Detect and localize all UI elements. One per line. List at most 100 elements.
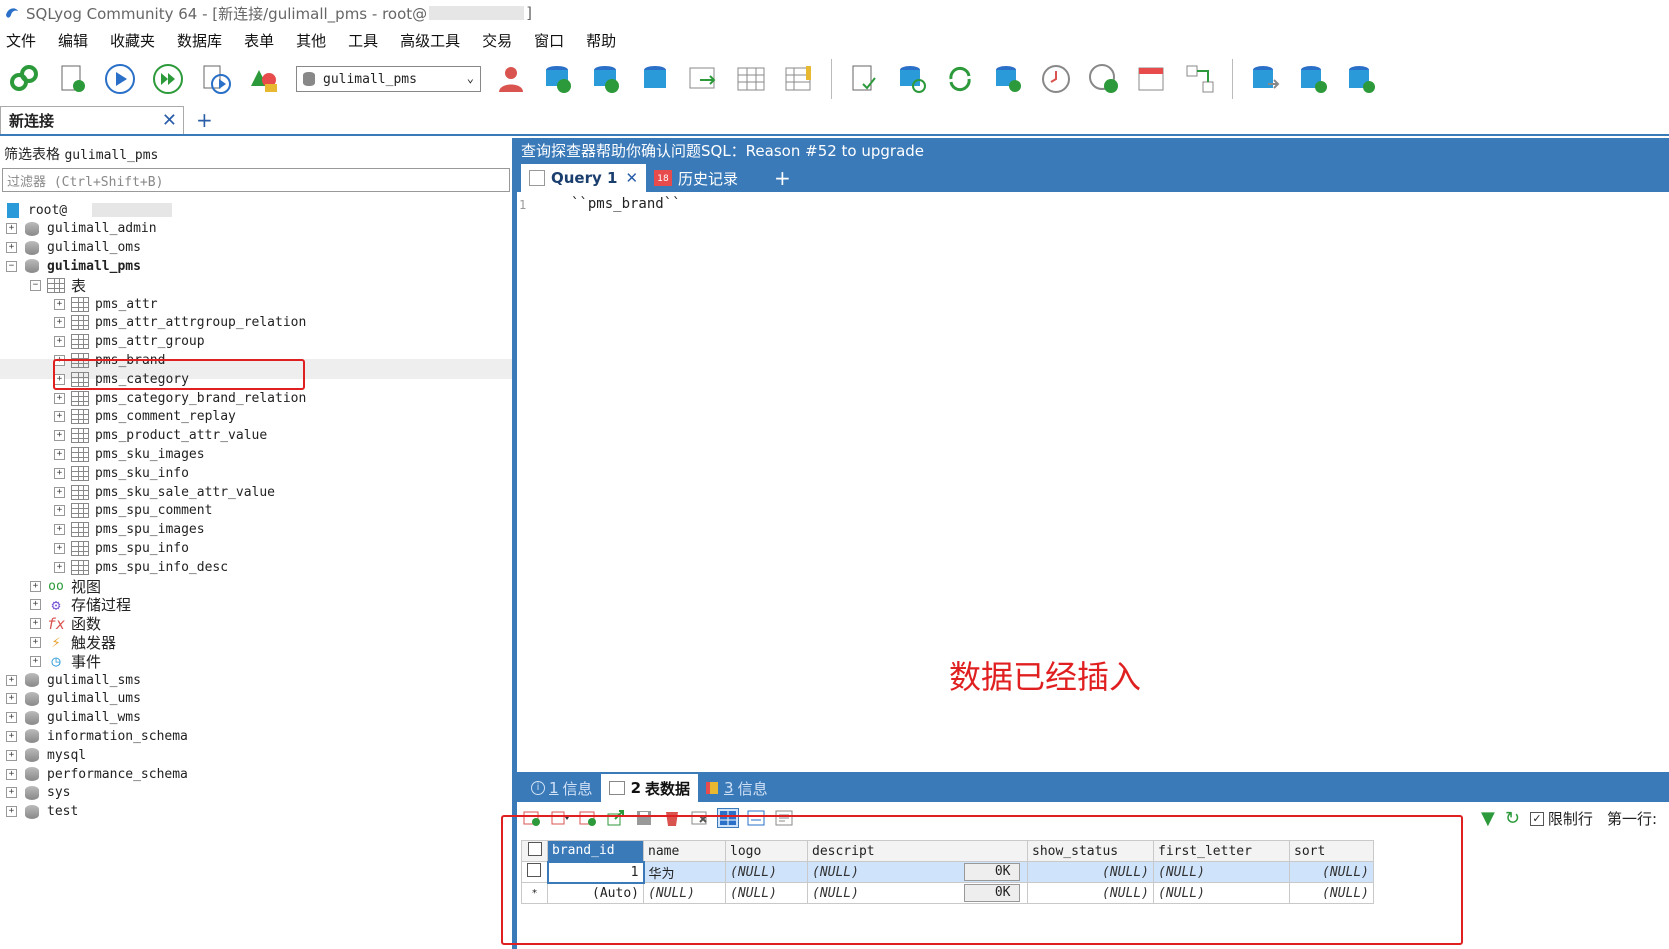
upgrade-banner[interactable]: 查询探查器帮助你确认问题SQL：Reason #52 to upgrade — [517, 138, 1669, 162]
job-button[interactable] — [1084, 59, 1124, 99]
backup-button[interactable] — [1245, 59, 1285, 99]
table-action-3-button[interactable] — [779, 59, 819, 99]
tree-database[interactable]: + gulimall_oms — [6, 238, 141, 258]
tree-table[interactable]: + pms_comment_replay — [54, 407, 236, 427]
sql-action-3-button[interactable] — [988, 59, 1028, 99]
expand-icon[interactable]: + — [54, 430, 65, 442]
expand-icon[interactable]: + — [54, 336, 65, 348]
tree-database[interactable]: + mysql — [6, 745, 86, 765]
limit-rows-checkbox[interactable]: ✓ — [1529, 811, 1544, 826]
db-action-1-button[interactable] — [539, 59, 579, 99]
restore-button[interactable] — [1293, 59, 1333, 99]
menu-window[interactable]: 窗口 — [534, 30, 564, 51]
collapse-icon[interactable]: − — [30, 279, 41, 291]
user-manager-button[interactable] — [491, 59, 531, 99]
menu-file[interactable]: 文件 — [6, 30, 36, 51]
tree-table[interactable]: + pms_product_attr_value — [54, 426, 267, 446]
tab-query-1[interactable]: Query 1 ✕ — [521, 164, 647, 192]
filter-input[interactable]: 过滤器 (Ctrl+Shift+B) — [2, 168, 510, 192]
tree-folder[interactable]: + ◷ 事件 — [30, 651, 101, 671]
menu-other[interactable]: 其他 — [296, 30, 326, 51]
expand-icon[interactable]: + — [6, 787, 17, 799]
expand-icon[interactable]: + — [54, 298, 65, 310]
tree-database[interactable]: + gulimall_sms — [6, 670, 141, 690]
db-action-3-button[interactable] — [635, 59, 675, 99]
tab-result-info-1[interactable]: i 1 信息 — [523, 774, 601, 802]
expand-icon[interactable]: + — [30, 636, 41, 648]
expand-icon[interactable]: + — [6, 806, 17, 818]
expand-icon[interactable]: + — [6, 730, 17, 742]
tree-database[interactable]: + gulimall_admin — [6, 219, 157, 239]
scheduler-button[interactable] — [1036, 59, 1076, 99]
refresh-grid-icon[interactable]: ↻ — [1505, 808, 1520, 829]
expand-icon[interactable]: + — [54, 524, 65, 536]
editor-code[interactable]: ``pms_brand`` — [571, 196, 681, 212]
connection-tab[interactable]: 新连接 ✕ — [0, 106, 184, 134]
expand-icon[interactable]: + — [54, 448, 65, 460]
expand-icon[interactable]: + — [54, 486, 65, 498]
tab-result-info-3[interactable]: 3 信息 — [698, 774, 776, 802]
expand-icon[interactable]: + — [54, 561, 65, 573]
tree-table[interactable]: + pms_spu_info — [54, 538, 189, 558]
menu-tools[interactable]: 工具 — [348, 30, 378, 51]
query-builder-button[interactable] — [1180, 59, 1220, 99]
execute-button[interactable] — [100, 59, 140, 99]
expand-icon[interactable]: + — [30, 599, 41, 611]
tree-database[interactable]: + test — [6, 802, 78, 822]
close-icon[interactable]: ✕ — [162, 110, 177, 131]
tree-folder[interactable]: + ⚙ 存储过程 — [30, 595, 131, 615]
menu-table[interactable]: 表单 — [244, 30, 274, 51]
tree-database-expanded[interactable]: − gulimall_pms — [6, 256, 141, 276]
tree-table[interactable]: + pms_sku_images — [54, 444, 205, 464]
collapse-icon[interactable]: − — [6, 260, 17, 272]
table-action-2-button[interactable] — [731, 59, 771, 99]
sql-editor[interactable]: 1 ``pms_brand`` 数据已经插入 — [517, 192, 1669, 770]
new-query-button[interactable] — [52, 59, 92, 99]
tree-table[interactable]: + pms_spu_comment — [54, 501, 212, 521]
expand-icon[interactable]: + — [6, 712, 17, 724]
tab-table-data[interactable]: 2 表数据 — [600, 774, 699, 802]
expand-icon[interactable]: + — [54, 317, 65, 329]
schema-button[interactable] — [244, 59, 284, 99]
tree-folder-tables[interactable]: − 表 — [30, 275, 86, 295]
expand-icon[interactable]: + — [30, 655, 41, 667]
tree-table[interactable]: + pms_spu_info_desc — [54, 557, 228, 577]
expand-icon[interactable]: + — [54, 467, 65, 479]
menu-database[interactable]: 数据库 — [177, 30, 222, 51]
expand-icon[interactable]: + — [54, 411, 65, 423]
tree-table[interactable]: + pms_attr_attrgroup_relation — [54, 313, 306, 333]
sql-action-1-button[interactable] — [844, 59, 884, 99]
database-select[interactable]: gulimall_pms ⌄ — [296, 66, 481, 92]
schema-designer-button[interactable] — [1132, 59, 1172, 99]
expand-icon[interactable]: + — [30, 580, 41, 592]
expand-icon[interactable]: + — [6, 242, 17, 254]
tree-table[interactable]: + pms_attr_group — [54, 332, 205, 352]
expand-icon[interactable]: + — [6, 693, 17, 705]
close-icon[interactable]: ✕ — [625, 169, 638, 187]
tree-table[interactable]: + pms_spu_images — [54, 520, 205, 540]
expand-icon[interactable]: + — [6, 749, 17, 761]
sync-button[interactable] — [1341, 59, 1381, 99]
expand-icon[interactable]: + — [54, 542, 65, 554]
tree-root[interactable]: root@ — [4, 200, 67, 220]
menu-favorites[interactable]: 收藏夹 — [110, 30, 155, 51]
tree-table[interactable]: + pms_category_brand_relation — [54, 388, 306, 408]
db-action-2-button[interactable] — [587, 59, 627, 99]
tree-folder[interactable]: + oo 视图 — [30, 576, 101, 596]
expand-icon[interactable]: + — [6, 223, 17, 235]
tab-history[interactable]: 18 历史记录 — [646, 164, 746, 192]
menu-edit[interactable]: 编辑 — [58, 30, 88, 51]
tree-table[interactable]: + pms_attr — [54, 294, 158, 314]
tree-database[interactable]: + gulimall_ums — [6, 689, 141, 709]
tree-table[interactable]: + pms_sku_info — [54, 463, 189, 483]
tree-folder[interactable]: + ⚡ 触发器 — [30, 632, 116, 652]
tree-table[interactable]: + pms_sku_sale_attr_value — [54, 482, 275, 502]
refresh-button[interactable] — [940, 59, 980, 99]
tree-database[interactable]: + information_schema — [6, 726, 188, 746]
menu-help[interactable]: 帮助 — [586, 30, 616, 51]
new-connection-button[interactable] — [4, 59, 44, 99]
add-connection-tab-icon[interactable]: + — [196, 108, 213, 132]
filter-icon[interactable]: ▼ — [1481, 808, 1495, 829]
tree-folder[interactable]: + fx 函数 — [30, 614, 101, 634]
sql-action-2-button[interactable] — [892, 59, 932, 99]
